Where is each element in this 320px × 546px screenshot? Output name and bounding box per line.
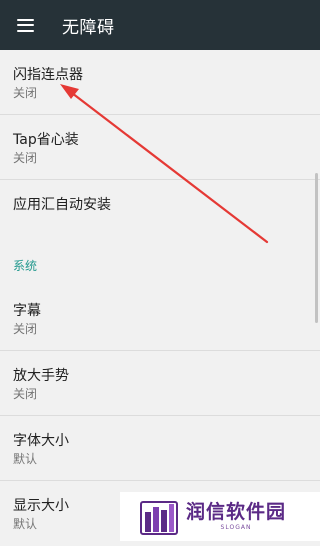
section-header-label: 系统 <box>13 259 38 273</box>
hamburger-menu-icon[interactable] <box>0 0 50 50</box>
list-item-magnification-gesture[interactable]: 放大手势 关闭 <box>0 351 320 416</box>
list-item-tap-shengxinzhuang[interactable]: Tap省心装 关闭 <box>0 115 320 180</box>
list-item-subtitle: 关闭 <box>13 151 38 165</box>
list-item-title: 字体大小 <box>13 433 69 449</box>
list-item-subtitle: 关闭 <box>13 86 38 100</box>
list-item-captions[interactable]: 字幕 关闭 <box>0 286 320 351</box>
watermark-logo-icon <box>140 500 178 535</box>
list-item-subtitle: 关闭 <box>13 387 38 401</box>
page-title: 无障碍 <box>62 17 115 38</box>
list-item-subtitle: 关闭 <box>13 322 38 336</box>
list-item-subtitle: 默认 <box>13 452 38 466</box>
list-item-title: 闪指连点器 <box>13 67 83 83</box>
list-item-title: 显示大小 <box>13 498 69 514</box>
watermark-slogan: SLOGAN <box>220 524 252 531</box>
list-item-subtitle: 默认 <box>13 517 38 531</box>
list-item-title: 放大手势 <box>13 368 69 384</box>
watermark-name: 润信软件园 <box>186 501 287 523</box>
watermark-banner: 润信软件园 SLOGAN <box>120 492 320 541</box>
section-header-system: 系统 <box>0 245 320 286</box>
list-item-font-size[interactable]: 字体大小 默认 <box>0 416 320 481</box>
app-bar: 无障碍 <box>0 0 320 50</box>
list-item-title: Tap省心装 <box>13 132 79 148</box>
list-item-title: 字幕 <box>13 303 41 319</box>
list-item-title: 应用汇自动安装 <box>13 197 111 213</box>
list-item-shanzhi-clicker[interactable]: 闪指连点器 关闭 <box>0 50 320 115</box>
scrollbar[interactable] <box>315 173 318 323</box>
list-item-appchina-auto-install[interactable]: 应用汇自动安装 <box>0 180 320 245</box>
settings-list: 闪指连点器 关闭 Tap省心装 关闭 应用汇自动安装 系统 字幕 关闭 放大手势… <box>0 50 320 546</box>
